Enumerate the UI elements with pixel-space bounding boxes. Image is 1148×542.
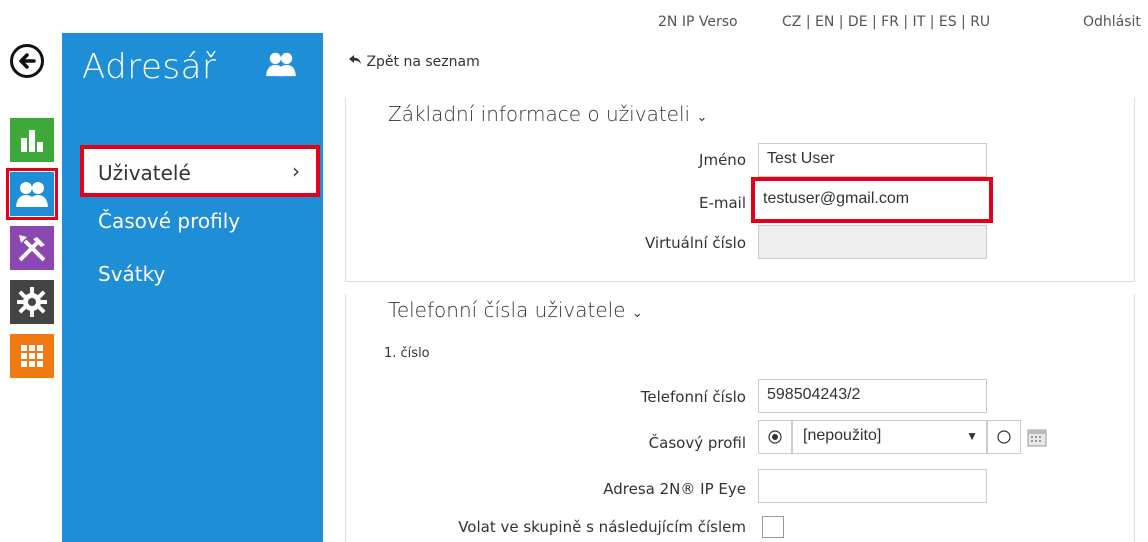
radio-selected[interactable] [758, 420, 792, 454]
nav-item-holidays[interactable]: Svátky [98, 262, 165, 286]
name-input[interactable]: Test User [758, 143, 987, 177]
calendar-icon[interactable] [1022, 420, 1052, 454]
virtual-number-input [758, 225, 987, 259]
product-name: 2N IP Verso [658, 14, 738, 30]
email-input[interactable]: testuser@gmail.com [751, 177, 993, 223]
chevron-down-icon: ⌄ [631, 306, 643, 321]
logout-link[interactable]: Odhlásit [1083, 14, 1141, 30]
section-title-text: Základní informace o uživateli [388, 102, 691, 126]
nav-item-users[interactable]: Uživatelé › [80, 145, 320, 197]
ip-eye-input[interactable] [758, 469, 987, 503]
section-title-text: Telefonní čísla uživatele [388, 298, 626, 322]
reply-arrow-icon [348, 54, 366, 70]
icon-rail [0, 0, 62, 542]
chevron-right-icon: › [292, 159, 300, 183]
nav-item-label: Uživatelé [98, 161, 191, 185]
ip-eye-label: Adresa 2N® IP Eye [603, 480, 746, 498]
group-call-checkbox[interactable] [762, 516, 784, 538]
settings-icon[interactable] [10, 280, 54, 324]
phone-number-input[interactable]: 598504243/2 [758, 379, 987, 413]
basic-info-section: Základní informace o uživateli ⌄ Jméno T… [345, 98, 1135, 282]
grid-icon[interactable] [10, 334, 54, 378]
section-title[interactable]: Základní informace o uživateli ⌄ [384, 102, 712, 126]
number-index-label: 1. číslo [384, 346, 430, 361]
group-call-label: Volat ve skupině s následujícím číslem [458, 518, 746, 536]
back-link-label: Zpět na seznam [366, 54, 480, 70]
time-profile-label: Časový profil [648, 434, 746, 452]
dropdown-arrow-icon: ▼ [966, 429, 978, 443]
directory-nav: Adresář Uživatelé › Časové profily Svátk… [62, 33, 323, 542]
phone-numbers-section: Telefonní čísla uživatele ⌄ 1. číslo Tel… [345, 294, 1135, 542]
time-profile-select[interactable]: [nepoužito] ▼ [792, 420, 987, 454]
users-icon [264, 50, 298, 82]
time-profile-value: [nepoužito] [803, 427, 882, 444]
email-label: E-mail [698, 194, 746, 212]
back-icon[interactable] [10, 44, 44, 78]
statistics-icon[interactable] [10, 118, 54, 162]
virtual-number-label: Virtuální číslo [644, 234, 746, 252]
language-switcher[interactable]: CZ | EN | DE | FR | IT | ES | RU [782, 14, 990, 30]
nav-title: Adresář [82, 47, 217, 87]
nav-item-time-profiles[interactable]: Časové profily [98, 209, 240, 233]
radio-unselected[interactable] [987, 420, 1021, 454]
tools-icon[interactable] [10, 226, 54, 270]
users-icon[interactable] [6, 168, 58, 220]
chevron-down-icon: ⌄ [696, 110, 708, 125]
back-to-list-link[interactable]: Zpět na seznam [348, 54, 480, 70]
top-bar: 2N IP Verso CZ | EN | DE | FR | IT | ES … [330, 0, 1148, 46]
phone-number-label: Telefonní číslo [640, 388, 746, 406]
name-label: Jméno [699, 151, 746, 169]
section-title[interactable]: Telefonní čísla uživatele ⌄ [384, 298, 647, 322]
